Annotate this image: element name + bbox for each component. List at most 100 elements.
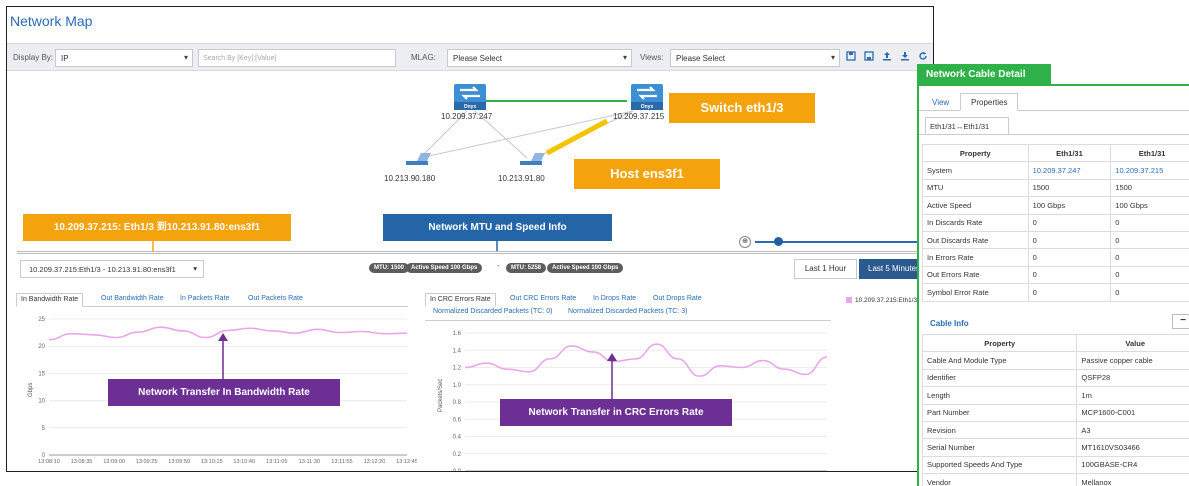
switch-icon[interactable]: Onyx	[631, 84, 663, 110]
cell: A3	[1076, 420, 1189, 440]
link-select[interactable]: 10.209.37.215:Eth1/3 - 10.213.91.80:ens3…	[20, 260, 204, 278]
views-label: Views:	[640, 53, 664, 62]
display-by-select[interactable]: IP ▾	[55, 49, 193, 67]
y-tick-label: 1.4	[453, 348, 462, 354]
switch-icon[interactable]: Onyx	[454, 84, 486, 110]
y-tick-label: 0.4	[453, 435, 462, 441]
chevron-down-icon: ▾	[183, 53, 188, 62]
tab-view[interactable]: View	[932, 98, 949, 107]
table-row: Active Speed 100 Gbps 100 Gbps	[922, 196, 1189, 215]
mlag-label: MLAG:	[411, 53, 436, 62]
cell: 0	[1110, 248, 1189, 267]
callout-crc: Network Transfer in CRC Errors Rate	[500, 399, 732, 426]
speed-pill: Active Speed 100 Gbps	[547, 263, 624, 273]
x-tick-label: 13:11:05	[266, 459, 287, 465]
cell: MCP1600-C001	[1076, 403, 1189, 422]
tab-out-crc[interactable]: Out CRC Errors Rate	[510, 293, 576, 307]
col-header: Property	[921, 333, 1078, 353]
cell: System	[922, 161, 1029, 180]
tab-out-drops[interactable]: Out Drops Rate	[653, 293, 702, 307]
tab-in-drops[interactable]: In Drops Rate	[593, 293, 636, 307]
node-label: 10.209.37.215	[613, 112, 665, 121]
chevron-down-icon: ▾	[193, 264, 197, 273]
toolbar: Display By: IP ▾ Search By [Key]:[Value]…	[7, 43, 933, 71]
host-icon[interactable]	[519, 151, 547, 167]
y-tick-label: 1.0	[453, 383, 462, 389]
search-input[interactable]: Search By [Key]:[Value]	[198, 49, 396, 67]
tab-out-packets[interactable]: Out Packets Rate	[248, 293, 303, 307]
tab-properties[interactable]: Properties	[960, 93, 1019, 111]
refresh-icon[interactable]	[916, 51, 930, 65]
callout-switch: Switch eth1/3	[669, 93, 815, 123]
save-icon[interactable]	[844, 51, 858, 65]
x-tick-label: 13:08:10	[38, 459, 60, 465]
host-icon[interactable]	[405, 151, 433, 167]
tab-in-bandwidth[interactable]: In Bandwidth Rate	[16, 293, 84, 307]
topology-canvas[interactable]: Onyx 10.209.37.247 Onyx 10.209.37.215 10…	[7, 71, 933, 251]
cell: MTU	[922, 178, 1029, 198]
cell: Out Errors Rate	[922, 265, 1029, 285]
x-tick-label: 13:09:25	[136, 459, 158, 465]
cell: QSFP28	[1076, 368, 1189, 388]
network-cable-detail-panel: View Properties Eth1/31↔Eth1/31 Property…	[917, 84, 1189, 486]
cell: Identifier	[921, 368, 1078, 388]
tab-out-bandwidth[interactable]: Out Bandwidth Rate	[101, 293, 164, 307]
x-tick-label: 13:10:15	[201, 459, 223, 465]
y-tick-label: 15	[38, 371, 45, 377]
y-tick-label: 10	[38, 399, 45, 405]
port-pair-tab[interactable]: Eth1/31↔Eth1/31	[925, 117, 1009, 135]
table-row: Length 1m	[921, 386, 1189, 405]
cell: Revision	[921, 420, 1078, 440]
chart-legend: 10.209.37.215:Eth1/3	[846, 297, 917, 304]
x-tick-label: 13:11:30	[299, 459, 320, 465]
cell: 100 Gbps	[1027, 196, 1112, 215]
table-row: MTU 1500 1500	[922, 178, 1189, 198]
node-label: 10.213.91.80	[498, 174, 545, 183]
views-select[interactable]: Please Select ▾	[670, 49, 840, 67]
cell: Cable And Module Type	[921, 351, 1078, 370]
tab-in-packets[interactable]: In Packets Rate	[180, 293, 229, 307]
y-tick-label: 5	[42, 426, 46, 432]
cell: 1m	[1076, 386, 1189, 405]
cell: Vendor	[921, 473, 1078, 486]
last-hour-button[interactable]: Last 1 Hour	[794, 259, 857, 279]
series-line	[48, 326, 408, 341]
callout-mtu: Network MTU and Speed Info	[383, 214, 612, 241]
system-link[interactable]: 10.209.37.247	[1027, 161, 1112, 180]
splitter[interactable]	[17, 251, 917, 254]
y-tick-label: 1.6	[453, 331, 462, 337]
zoom-fit-icon[interactable]: ⊕	[739, 236, 751, 248]
table-row: System 10.209.37.247 10.209.37.215	[922, 161, 1189, 180]
cell: In Errors Rate	[922, 248, 1029, 267]
save-as-icon[interactable]	[862, 51, 876, 65]
x-tick-label: 13:08:35	[71, 459, 93, 465]
collapse-button[interactable]: −	[1172, 314, 1189, 329]
system-link[interactable]: 10.209.37.215	[1110, 161, 1189, 180]
cell: Length	[921, 386, 1078, 405]
tab-discarded-tc3[interactable]: Normalized Discarded Packets (TC: 3)	[568, 306, 687, 320]
mtu-pill: MTU: 5258	[506, 263, 547, 273]
cell: 0	[1110, 230, 1189, 250]
cell: Part Number	[921, 403, 1078, 422]
cable-info-table: Property Value Cable And Module Type Pass…	[921, 333, 1189, 486]
callout-bandwidth: Network Transfer In Bandwidth Rate	[108, 379, 340, 406]
callout-link: 10.209.37.215: Eth1/3 到10.213.91.80:ens3…	[23, 214, 291, 241]
table-row: In Discards Rate 0 0	[922, 213, 1189, 232]
tab-discarded-tc0[interactable]: Normalized Discarded Packets (TC: 0)	[433, 306, 552, 320]
y-tick-label: 0.6	[453, 417, 462, 423]
cell: 0	[1027, 283, 1112, 302]
panel-title: Network Cable Detail	[917, 64, 1051, 84]
mlag-select[interactable]: Please Select ▾	[447, 49, 632, 67]
y-axis-title: Gbps	[28, 382, 34, 397]
mtu-pill: MTU: 1500	[369, 263, 410, 273]
col-header: Eth1/31	[1027, 143, 1112, 163]
link-select-value: 10.209.37.215:Eth1/3 - 10.213.91.80:ens3…	[29, 265, 176, 274]
cell: 1500	[1027, 178, 1112, 198]
col-header: Value	[1076, 333, 1189, 353]
zoom-slider-handle[interactable]	[774, 237, 783, 246]
tab-in-crc[interactable]: In CRC Errors Rate	[425, 293, 496, 307]
download-icon[interactable]	[898, 51, 912, 65]
cell: 0	[1110, 265, 1189, 285]
upload-icon[interactable]	[880, 51, 894, 65]
y-tick-label: 20	[38, 344, 45, 350]
